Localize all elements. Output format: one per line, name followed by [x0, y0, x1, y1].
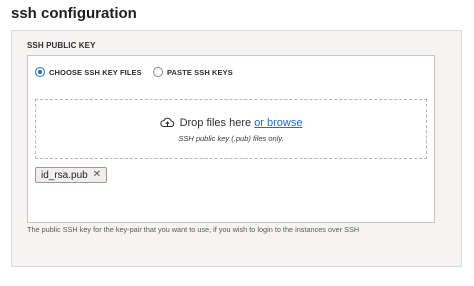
dropzone-prompt-line: Drop files here or browse	[36, 116, 426, 130]
file-chip-name: id_rsa.pub	[41, 169, 88, 181]
file-dropzone[interactable]: Drop files here or browse SSH public key…	[35, 99, 427, 159]
radio-label-choose-files: CHOOSE SSH KEY FILES	[49, 67, 142, 77]
dropzone-prompt: Drop files here	[179, 117, 252, 129]
close-icon[interactable]: ✕	[93, 170, 101, 180]
radio-selected-icon[interactable]	[35, 67, 45, 77]
section-title: ssh configuration	[11, 5, 137, 22]
ssh-public-key-label: SSH PUBLIC KEY	[27, 41, 96, 50]
radio-paste-ssh-keys[interactable]: PASTE SSH KEYS	[153, 66, 233, 78]
file-chip: id_rsa.pub ✕	[35, 167, 108, 183]
radio-unselected-icon[interactable]	[153, 67, 163, 77]
ssh-key-help-text: The public SSH key for the key-pair that…	[27, 225, 360, 234]
radio-label-paste-keys: PASTE SSH KEYS	[167, 67, 233, 77]
dropzone-hint: SSH public key (.pub) files only.	[178, 134, 284, 143]
browse-link[interactable]: or browse	[254, 117, 302, 129]
radio-choose-ssh-key-files[interactable]: CHOOSE SSH KEY FILES	[35, 66, 142, 78]
cloud-upload-icon	[159, 117, 174, 127]
